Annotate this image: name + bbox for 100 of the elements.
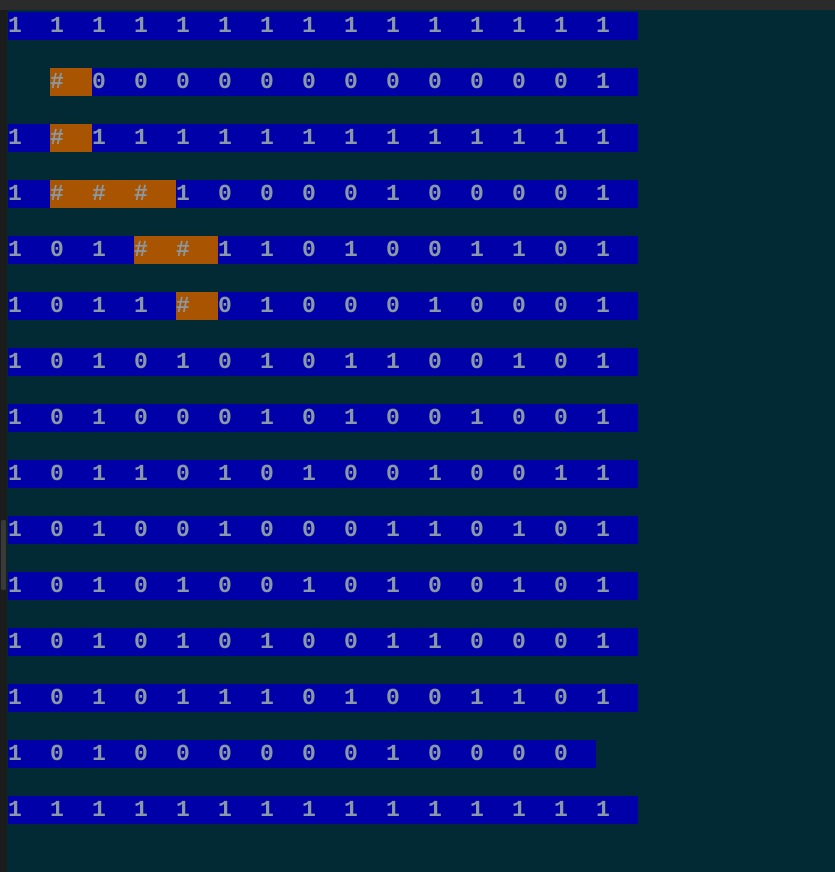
maze-cell: 1 [596,12,638,40]
maze-cell: 1 [92,124,134,152]
path-cell: # [50,68,92,96]
maze-cell: 1 [8,12,50,40]
maze-cell: 0 [428,404,470,432]
maze-cell: 0 [134,404,176,432]
maze-cell: 1 [92,628,134,656]
maze-cell: 0 [176,516,218,544]
maze-cell: 1 [386,12,428,40]
maze-cell: 0 [260,516,302,544]
path-cell: # [134,236,176,264]
maze-cell: 1 [92,740,134,768]
maze-cell: 0 [176,68,218,96]
path-cell: # [176,292,218,320]
maze-cell: 0 [470,516,512,544]
maze-cell: 1 [512,684,554,712]
maze-cell: 1 [512,236,554,264]
maze-cell: 1 [386,516,428,544]
maze-cell: 0 [344,516,386,544]
maze-cell: 1 [260,12,302,40]
maze-cell: 0 [218,572,260,600]
path-cell: # [92,180,134,208]
maze-cell: 1 [176,628,218,656]
maze-cell: 1 [302,572,344,600]
maze-cell: 0 [176,460,218,488]
maze-cell: 1 [218,796,260,824]
maze-cell: 0 [134,348,176,376]
maze-cell: 0 [386,684,428,712]
maze-cell: 1 [92,516,134,544]
maze-cell: 0 [470,740,512,768]
maze-cell: 1 [512,516,554,544]
maze-cell: 0 [302,236,344,264]
maze-cell: 0 [218,292,260,320]
path-cell: # [176,236,218,264]
maze-cell: 1 [596,460,638,488]
maze-cell: 0 [218,180,260,208]
maze-cell: 0 [50,348,92,376]
maze-cell: 1 [596,124,638,152]
maze-cell: 1 [8,628,50,656]
maze-cell: 0 [302,628,344,656]
maze-cell: 0 [50,460,92,488]
maze-cell: 1 [92,684,134,712]
maze-cell: 1 [596,292,638,320]
maze-cell: 1 [470,124,512,152]
maze-cell: 1 [596,572,638,600]
maze-cell: 1 [260,348,302,376]
maze-cell: 1 [470,12,512,40]
maze-cell: 0 [470,572,512,600]
maze-cell: 0 [428,740,470,768]
maze-cell: 1 [260,124,302,152]
maze-cell: 1 [8,796,50,824]
maze-cell: 1 [428,12,470,40]
maze-cell: 1 [92,348,134,376]
maze-cell: 0 [512,740,554,768]
maze-cell: 1 [344,348,386,376]
maze-cell: 1 [260,796,302,824]
maze-cell: 1 [176,684,218,712]
maze-cell: 1 [386,740,428,768]
maze-cell: 0 [470,180,512,208]
maze-cell: 0 [260,572,302,600]
maze-cell: 1 [218,460,260,488]
maze-cell: 0 [554,68,596,96]
maze-cell: 1 [8,404,50,432]
maze-cell: 0 [50,684,92,712]
maze-cell: 0 [554,404,596,432]
maze-cell: 1 [260,404,302,432]
maze-cell: 0 [470,292,512,320]
maze-cell: 0 [260,740,302,768]
maze-cell: 1 [302,460,344,488]
maze-cell: 0 [134,684,176,712]
maze-cell: 0 [134,740,176,768]
maze-cell: 0 [302,684,344,712]
maze-cell: 0 [554,628,596,656]
maze-cell: 0 [428,180,470,208]
maze-cell: 1 [386,348,428,376]
maze-cell: 1 [344,796,386,824]
maze-cell: 1 [302,12,344,40]
maze-cell: 0 [344,628,386,656]
maze-cell: 1 [428,124,470,152]
maze-cell: 1 [92,404,134,432]
maze-cell: 1 [512,12,554,40]
maze-cell: 0 [302,516,344,544]
maze-cell: 1 [596,516,638,544]
maze-cell: 1 [596,236,638,264]
maze-cell: 0 [554,516,596,544]
maze-cell: 0 [428,572,470,600]
maze-cell: 0 [554,236,596,264]
maze-cell: 1 [8,348,50,376]
maze-cell: 0 [344,68,386,96]
maze-cell: 1 [176,572,218,600]
maze-cell: 1 [92,572,134,600]
maze-cell: 1 [260,292,302,320]
maze-cell: 0 [554,348,596,376]
maze-cell: 1 [596,404,638,432]
scrollbar-thumb[interactable] [1,520,6,590]
maze-cell: 1 [596,628,638,656]
maze-cell: 0 [92,68,134,96]
maze-cell: 0 [134,572,176,600]
maze-cell: 1 [134,292,176,320]
maze-cell: 1 [260,684,302,712]
